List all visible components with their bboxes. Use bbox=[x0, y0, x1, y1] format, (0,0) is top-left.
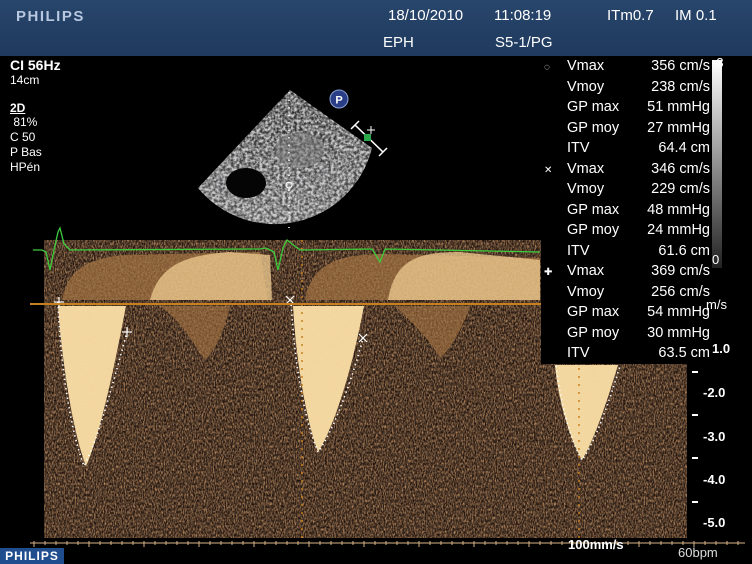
measurement-value: 63.5 cm bbox=[658, 345, 710, 361]
scale-tick-1: 1.0 bbox=[712, 341, 731, 356]
measurement-row: Vmax 346 cm/s bbox=[567, 161, 712, 181]
measurement-row: Vmoy 256 cm/s bbox=[567, 284, 712, 304]
scale-tick-4: -4.0 bbox=[703, 472, 726, 487]
measurement-label: Vmax bbox=[567, 160, 605, 177]
measurement-value: 61.6 cm bbox=[658, 242, 710, 259]
measurement-row: Vmoy 238 cm/s bbox=[567, 79, 712, 99]
measurement-row: GP max 48 mmHg bbox=[567, 202, 712, 222]
sweep-speed: 100mm/s bbox=[568, 537, 624, 552]
measurement-row: GP max 54 mmHg bbox=[567, 304, 712, 324]
scale-tick-5: -5.0 bbox=[703, 515, 726, 530]
measurement-value: 369 cm/s bbox=[651, 263, 710, 279]
measurement-value: 27 mmHg bbox=[647, 119, 710, 136]
measurement-value: 30 mmHg bbox=[647, 324, 710, 341]
measurement-label: Vmoy bbox=[567, 181, 605, 197]
p-badge-icon: P bbox=[329, 89, 349, 109]
measurement-row: ITV 63.5 cm bbox=[567, 345, 712, 365]
scale-tick-2: -2.0 bbox=[703, 385, 726, 400]
measurement-row: Vmax 369 cm/s bbox=[567, 263, 712, 283]
measurement-label: ITV bbox=[567, 345, 590, 361]
measurement-label: GP max bbox=[567, 304, 620, 320]
measurement-row: Vmax 356 cm/s bbox=[567, 58, 712, 78]
measurement-label: GP moy bbox=[567, 324, 620, 341]
bmode-sector bbox=[198, 90, 372, 228]
measurement-label: Vmax bbox=[567, 263, 605, 279]
measurement-label: GP max bbox=[567, 201, 620, 218]
measurement-row: Vmoy 229 cm/s bbox=[567, 181, 712, 201]
measurement-panel: ◌ Vmax 356 cm/s Vmoy 238 cm/s GP max 51 mmHg GP… bbox=[541, 56, 712, 364]
measurement-value: 24 mmHg bbox=[647, 222, 710, 238]
measurement-row: GP max 51 mmHg bbox=[567, 99, 712, 119]
measurement-value: 346 cm/s bbox=[651, 160, 710, 177]
heart-rate: 60bpm bbox=[678, 545, 718, 560]
measurement-marker-x: ✕ bbox=[544, 164, 553, 176]
measurement-label: GP moy bbox=[567, 222, 620, 238]
scale-top-label: -3 bbox=[712, 55, 724, 70]
measurement-label: ITV bbox=[567, 242, 590, 259]
grayscale-bar bbox=[712, 60, 722, 268]
measurement-value: 229 cm/s bbox=[651, 181, 710, 197]
measurement-row: GP moy 27 mmHg bbox=[567, 120, 712, 140]
measurement-value: 238 cm/s bbox=[651, 78, 710, 95]
measurement-marker-circle: ◌ bbox=[544, 62, 550, 73]
measurement-value: 51 mmHg bbox=[647, 99, 710, 115]
measurement-value: 356 cm/s bbox=[651, 58, 710, 74]
measurement-row: ITV 61.6 cm bbox=[567, 243, 712, 263]
scale-zero-label: 0 bbox=[712, 252, 720, 267]
measurement-label: ITV bbox=[567, 140, 590, 156]
measurement-row: GP moy 30 mmHg bbox=[567, 325, 712, 345]
measurement-value: 48 mmHg bbox=[647, 201, 710, 218]
measurement-label: GP max bbox=[567, 99, 620, 115]
measurement-row: GP moy 24 mmHg bbox=[567, 222, 712, 242]
measurement-label: Vmoy bbox=[567, 78, 605, 95]
measurement-marker-plus: ✚ bbox=[544, 267, 553, 278]
scale-tick-3: -3.0 bbox=[703, 429, 726, 444]
svg-text:P: P bbox=[335, 95, 342, 107]
measurement-row: ITV 64.4 cm bbox=[567, 140, 712, 160]
scale-units: m/s bbox=[706, 297, 727, 312]
measurement-value: 256 cm/s bbox=[651, 283, 710, 300]
measurement-label: Vmoy bbox=[567, 283, 605, 300]
measurement-label: Vmax bbox=[567, 58, 605, 74]
footer-brand-logo: PHILIPS bbox=[0, 548, 64, 564]
measurement-label: GP moy bbox=[567, 119, 620, 136]
measurement-value: 64.4 cm bbox=[658, 140, 710, 156]
scale-dashes bbox=[692, 371, 698, 503]
measurement-value: 54 mmHg bbox=[647, 304, 710, 320]
